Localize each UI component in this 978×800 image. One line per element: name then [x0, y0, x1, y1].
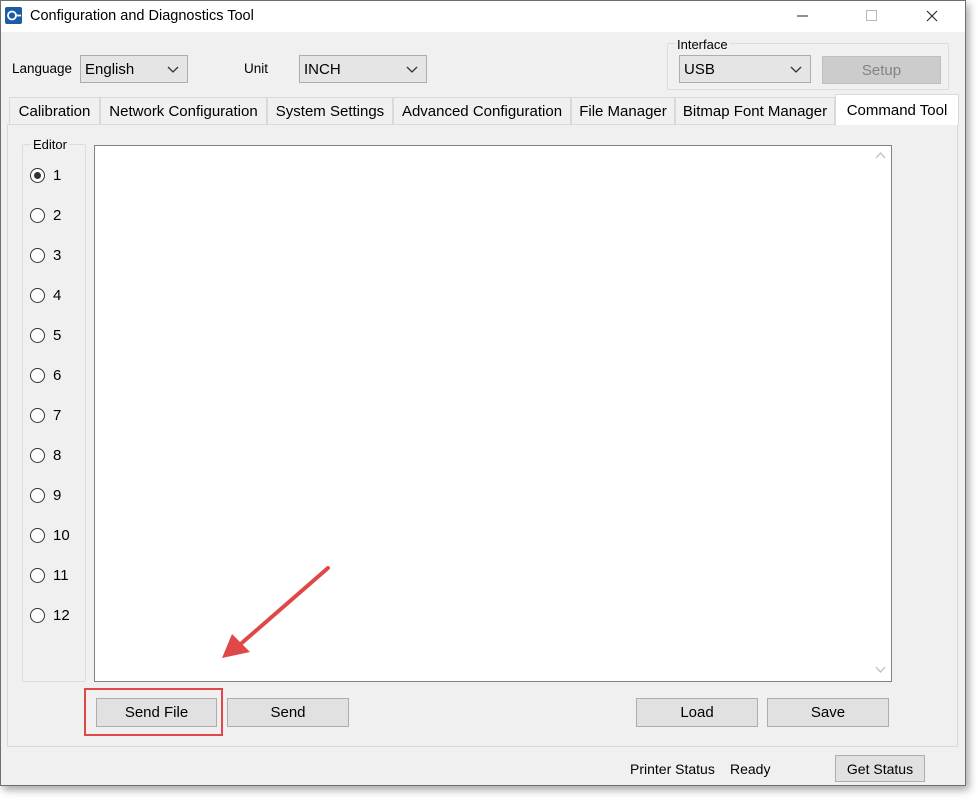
load-button[interactable]: Load [636, 698, 758, 727]
editor-radio-label: 5 [53, 326, 62, 344]
editor-radio-label: 8 [53, 446, 62, 464]
editor-radio-1[interactable]: 1 [30, 165, 61, 185]
editor-radio-10[interactable]: 10 [30, 525, 70, 545]
unit-select[interactable]: INCH [299, 55, 427, 83]
editor-radio-label: 2 [53, 206, 62, 224]
maximize-icon[interactable] [849, 1, 895, 31]
language-value: English [85, 60, 135, 78]
tab-advanced-configuration[interactable]: Advanced Configuration [393, 97, 571, 124]
radio-icon [30, 607, 45, 623]
tab-network-configuration[interactable]: Network Configuration [100, 97, 267, 124]
editor-radio-8[interactable]: 8 [30, 445, 61, 465]
editor-radio-12[interactable]: 12 [30, 605, 70, 625]
annotation-arrow-icon [222, 566, 330, 658]
chevron-down-icon [167, 66, 179, 73]
tab-calibration[interactable]: Calibration [9, 97, 100, 124]
tab-file-manager[interactable]: File Manager [571, 97, 675, 124]
radio-icon [30, 327, 45, 343]
unit-label: Unit [244, 61, 269, 76]
radio-icon [30, 207, 45, 223]
setup-button[interactable]: Setup [822, 56, 941, 84]
window-title: Configuration and Diagnostics Tool [30, 8, 254, 24]
editor-radio-6[interactable]: 6 [30, 365, 61, 385]
chevron-down-icon [406, 66, 418, 73]
printer-status-label: Printer Status [630, 761, 715, 777]
minimize-icon[interactable] [780, 1, 826, 31]
printer-status-value: Ready [730, 761, 771, 777]
editor-radio-7[interactable]: 7 [30, 405, 61, 425]
editor-radio-label: 11 [53, 566, 69, 584]
editor-radio-label: 1 [53, 166, 62, 184]
radio-icon [30, 487, 45, 503]
radio-icon [30, 287, 45, 303]
editor-radio-3[interactable]: 3 [30, 245, 61, 265]
interface-value: USB [684, 60, 715, 78]
editor-group-label: Editor [31, 137, 69, 152]
radio-icon [30, 407, 45, 423]
editor-radio-label: 10 [53, 526, 70, 544]
tab-bitmap-font-manager[interactable]: Bitmap Font Manager [675, 97, 835, 124]
language-select[interactable]: English [80, 55, 188, 83]
send-button[interactable]: Send [227, 698, 349, 727]
radio-icon [30, 447, 45, 463]
editor-radio-label: 4 [53, 286, 62, 304]
editor-radio-2[interactable]: 2 [30, 205, 61, 225]
radio-icon [30, 527, 45, 543]
get-status-button[interactable]: Get Status [835, 755, 925, 782]
save-button[interactable]: Save [767, 698, 889, 727]
scroll-up-icon[interactable] [875, 150, 886, 162]
radio-icon [30, 567, 45, 583]
tab-system-settings[interactable]: System Settings [267, 97, 393, 124]
editor-radio-label: 7 [53, 406, 62, 424]
editor-radio-label: 9 [53, 486, 62, 504]
editor-radio-4[interactable]: 4 [30, 285, 61, 305]
radio-selected-icon [30, 167, 45, 183]
editor-radio-5[interactable]: 5 [30, 325, 61, 345]
chevron-down-icon [790, 66, 802, 73]
editor-radio-label: 12 [53, 606, 70, 624]
radio-icon [30, 247, 45, 263]
tab-command-tool[interactable]: Command Tool [835, 94, 959, 125]
app-logo-icon [5, 7, 22, 24]
scroll-down-icon[interactable] [875, 665, 886, 677]
editor-radio-label: 6 [53, 366, 62, 384]
unit-value: INCH [304, 60, 341, 78]
editor-radio-11[interactable]: 11 [30, 565, 69, 585]
editor-radio-9[interactable]: 9 [30, 485, 61, 505]
interface-select[interactable]: USB [679, 55, 811, 83]
editor-radio-label: 3 [53, 246, 62, 264]
interface-group-label: Interface [675, 37, 730, 52]
annotation-highlight-box [84, 688, 223, 736]
radio-icon [30, 367, 45, 383]
language-label: Language [12, 61, 73, 76]
close-icon[interactable] [909, 1, 955, 31]
